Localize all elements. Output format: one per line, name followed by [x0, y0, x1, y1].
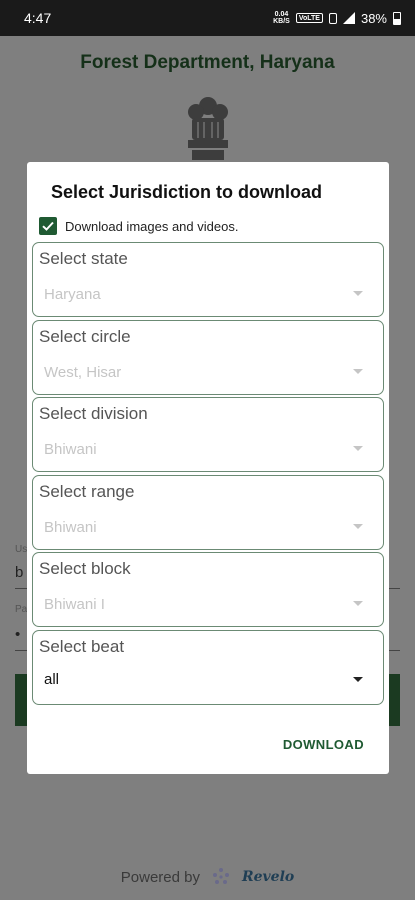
division-dropdown[interactable]: Select division Bhiwani [32, 397, 384, 473]
chevron-down-icon [353, 368, 363, 374]
jurisdiction-fields: Select state Haryana Select circle West,… [32, 242, 384, 708]
chevron-down-icon [353, 523, 363, 529]
status-bar: 4:47 0.04 KB/S VoLTE 38% [0, 0, 415, 36]
dialog-title: Select Jurisdiction to download [51, 182, 323, 202]
password-label: Pa [15, 604, 28, 615]
division-value: Bhiwani [44, 441, 97, 459]
network-speed: 0.04 KB/S [273, 11, 290, 25]
chevron-down-icon [353, 676, 363, 682]
beat-dropdown[interactable]: Select beat all [32, 629, 384, 705]
checkmark-icon [42, 221, 54, 231]
state-dropdown[interactable]: Select state Haryana [32, 242, 384, 317]
block-label: Select block [39, 559, 131, 579]
vibrate-icon [328, 12, 337, 24]
block-value: Bhiwani I [44, 596, 105, 614]
circle-label: Select circle [39, 326, 131, 346]
range-label: Select range [39, 481, 135, 501]
chevron-down-icon [353, 291, 363, 296]
beat-label: Select beat [39, 636, 125, 656]
circle-dropdown[interactable]: Select circle West, Hisar [32, 319, 384, 395]
battery-percent: 38% [360, 10, 387, 26]
state-label: Select state [39, 249, 128, 268]
block-dropdown[interactable]: Select block Bhiwani I [32, 552, 384, 628]
range-value: Bhiwani [44, 518, 97, 536]
network-speed-value: 0.04 [274, 11, 289, 18]
password-field[interactable]: • [15, 626, 20, 643]
download-button[interactable]: DOWNLOAD [283, 737, 364, 752]
download-media-option[interactable]: Download images and videos. [39, 217, 238, 235]
powered-by-label: Powered by [120, 868, 200, 886]
jurisdiction-dialog: Select Jurisdiction to download Download… [27, 162, 389, 774]
range-dropdown[interactable]: Select range Bhiwani [32, 474, 384, 550]
download-media-label: Download images and videos. [65, 218, 239, 234]
battery-icon [393, 11, 401, 25]
volte-icon: VoLTE [295, 13, 323, 23]
revelo-logo-icon [212, 868, 229, 884]
circle-value: West, Hisar [44, 363, 122, 381]
app-title: Forest Department, Haryana [80, 52, 335, 73]
chevron-down-icon [353, 601, 363, 607]
state-emblem-icon [188, 97, 228, 160]
network-speed-unit: KB/S [273, 18, 290, 25]
revelo-brand: Revelo [241, 869, 295, 885]
powered-by: Powered by Revelo [0, 866, 415, 888]
beat-value: all [44, 670, 60, 688]
download-media-checkbox[interactable] [39, 217, 57, 235]
chevron-down-icon [353, 446, 363, 452]
division-label: Select division [39, 404, 148, 424]
status-time: 4:47 [24, 10, 52, 26]
signal-icon [342, 12, 355, 24]
username-label: Us [15, 544, 28, 555]
username-field[interactable]: b [15, 564, 23, 581]
state-value: Haryana [44, 286, 101, 303]
